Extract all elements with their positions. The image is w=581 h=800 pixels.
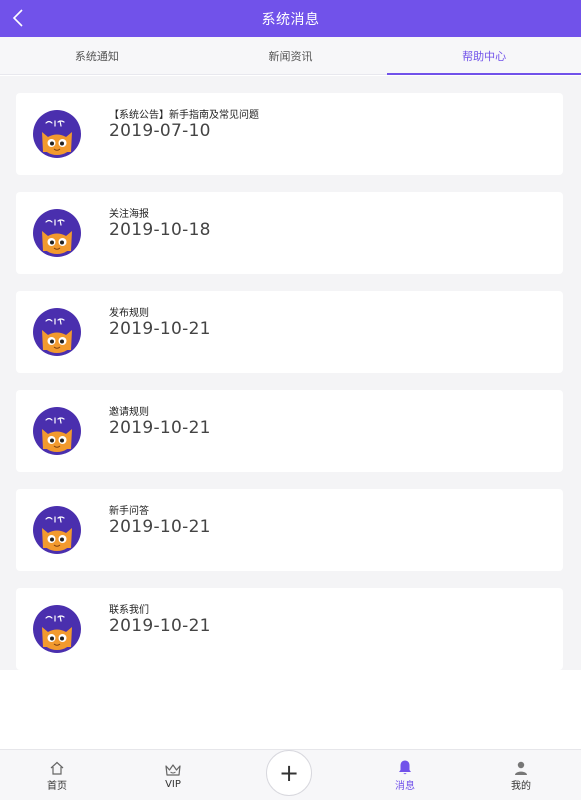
bottom-nav: 首页 VIP + 消息 我的 bbox=[0, 749, 581, 800]
message-date: 2019-10-21 bbox=[109, 418, 211, 438]
message-date: 2019-10-21 bbox=[109, 616, 211, 636]
cat-avatar-icon bbox=[33, 605, 81, 653]
nav-vip-label: VIP bbox=[165, 779, 181, 790]
nav-vip[interactable]: VIP bbox=[133, 750, 213, 800]
message-date: 2019-10-21 bbox=[109, 319, 211, 339]
message-title: 【系统公告】新手指南及常见问题 bbox=[109, 110, 259, 121]
bell-icon bbox=[397, 758, 413, 776]
tab-bar: 系统通知 新闻资讯 帮助中心 bbox=[0, 37, 581, 75]
cat-avatar-icon bbox=[33, 308, 81, 356]
tab-system-notice[interactable]: 系统通知 bbox=[0, 37, 194, 74]
nav-home[interactable]: 首页 bbox=[17, 750, 97, 800]
tab-news[interactable]: 新闻资讯 bbox=[194, 37, 388, 74]
home-icon bbox=[49, 758, 65, 776]
message-title: 新手问答 bbox=[109, 506, 149, 517]
cat-avatar-icon bbox=[33, 506, 81, 554]
back-button[interactable] bbox=[8, 7, 28, 29]
cat-avatar-icon bbox=[33, 209, 81, 257]
tab-help-center[interactable]: 帮助中心 bbox=[387, 37, 581, 75]
nav-messages[interactable]: 消息 bbox=[365, 750, 445, 800]
cat-avatar-icon bbox=[33, 110, 81, 158]
app-header: 系统消息 bbox=[0, 0, 581, 37]
message-item[interactable]: 联系我们 2019-10-21 bbox=[16, 588, 563, 670]
nav-mine-label: 我的 bbox=[511, 781, 531, 792]
message-title: 联系我们 bbox=[109, 605, 149, 616]
nav-messages-label: 消息 bbox=[395, 781, 415, 792]
message-date: 2019-07-10 bbox=[109, 121, 211, 141]
page-title: 系统消息 bbox=[261, 11, 320, 28]
message-item[interactable]: 发布规则 2019-10-21 bbox=[16, 291, 563, 373]
nav-mine[interactable]: 我的 bbox=[481, 750, 561, 800]
message-item[interactable]: 新手问答 2019-10-21 bbox=[16, 489, 563, 571]
crown-icon bbox=[164, 760, 182, 778]
message-list: 【系统公告】新手指南及常见问题 2019-07-10 关注海报 2019-10-… bbox=[0, 76, 581, 670]
message-date: 2019-10-21 bbox=[109, 517, 211, 537]
cat-avatar-icon bbox=[33, 407, 81, 455]
user-icon bbox=[513, 758, 529, 776]
message-item[interactable]: 邀请规则 2019-10-21 bbox=[16, 390, 563, 472]
chevron-left-icon bbox=[12, 9, 23, 27]
publish-plus-button[interactable]: + bbox=[266, 750, 312, 796]
message-title: 关注海报 bbox=[109, 209, 149, 220]
message-item[interactable]: 关注海报 2019-10-18 bbox=[16, 192, 563, 274]
nav-home-label: 首页 bbox=[47, 781, 67, 792]
message-item[interactable]: 【系统公告】新手指南及常见问题 2019-07-10 bbox=[16, 93, 563, 175]
message-title: 发布规则 bbox=[109, 308, 149, 319]
message-title: 邀请规则 bbox=[109, 407, 149, 418]
message-date: 2019-10-18 bbox=[109, 220, 211, 240]
